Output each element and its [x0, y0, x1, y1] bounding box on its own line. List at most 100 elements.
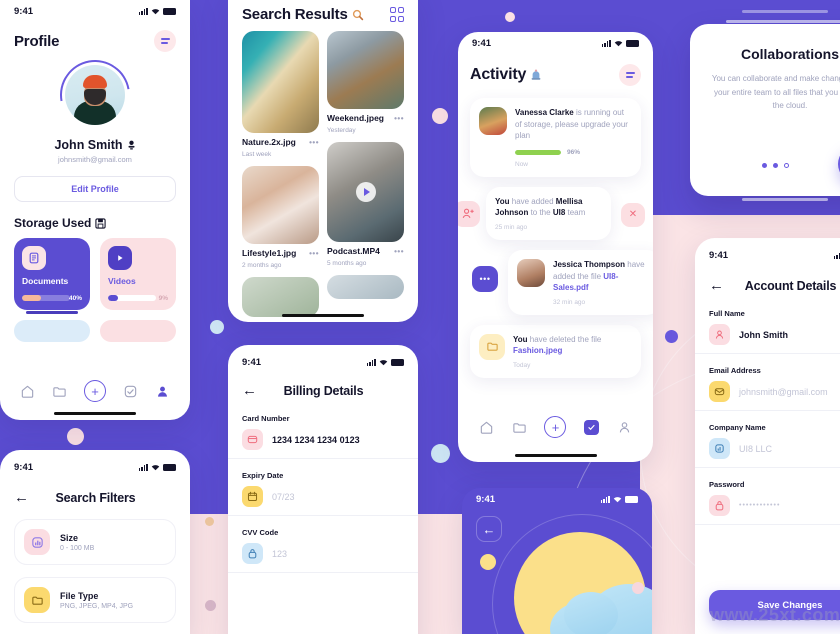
ellipsis-icon[interactable]: ••• — [309, 138, 319, 147]
folder-icon[interactable] — [512, 420, 527, 435]
decor-dot-orange — [205, 517, 214, 526]
password-field[interactable]: •••••••••••• — [695, 495, 840, 525]
ellipsis-icon[interactable]: ••• — [394, 247, 404, 256]
plus-icon[interactable]: + — [544, 416, 567, 438]
file-date: 5 months ago — [327, 260, 367, 267]
envelope-icon — [709, 381, 730, 402]
activity-item[interactable]: You have deleted the file Fashion.jpeg T… — [470, 324, 641, 378]
decor-dot-purple — [665, 330, 678, 343]
arrow-left-icon[interactable]: ← — [709, 278, 724, 293]
screen-cloud: 9:41 ← — [462, 488, 652, 634]
pagination-dot-active[interactable] — [784, 163, 789, 168]
ellipsis-icon[interactable]: ••• — [394, 114, 404, 123]
pagination-dot[interactable] — [773, 163, 778, 168]
activity-actor: You — [513, 334, 528, 344]
folder-icon — [24, 587, 50, 613]
storage-card-peek-2[interactable] — [100, 320, 176, 342]
play-icon[interactable] — [355, 182, 376, 202]
activity-file-link[interactable]: Fashion.jpeg — [513, 346, 562, 355]
activity-team: UI8 — [552, 208, 566, 218]
pagination-dot[interactable] — [762, 163, 767, 168]
file-name: Podcast.MP4 — [327, 246, 380, 256]
magnifier-icon — [352, 9, 363, 20]
thumbnail-peek-left[interactable] — [242, 277, 319, 317]
expiry-date-field[interactable]: 07/23 — [228, 486, 418, 516]
ellipsis-icon[interactable]: ••• — [472, 265, 498, 292]
folder-icon[interactable] — [52, 384, 67, 399]
storage-card-peek-1[interactable] — [14, 320, 90, 342]
filter-item-size[interactable]: Size 0 - 100 MB — [14, 519, 176, 565]
file-name-row: Nature.2x.jpg ••• — [242, 137, 319, 147]
add-member-icon — [458, 200, 480, 227]
decor-dot-pink-2 — [432, 108, 448, 124]
thumbnail-lifestyle[interactable] — [242, 166, 319, 244]
email-field[interactable]: johnsmith@gmail.com — [695, 381, 840, 411]
field-label: Company Name — [709, 423, 766, 432]
hamburger-icon[interactable] — [619, 64, 641, 86]
arrow-left-icon[interactable]: ← — [242, 383, 257, 398]
verified-icon — [127, 140, 135, 149]
results-column-left: Nature.2x.jpg ••• Last week Lifestyle1.j… — [242, 31, 319, 317]
screen-billing-details: 9:41 ← Billing Details Card Number 1234 … — [228, 345, 418, 634]
collab-home-indicator — [742, 198, 828, 201]
cvv-code-field[interactable]: 123 — [228, 543, 418, 573]
company-name-value: UI8 LLC — [739, 443, 773, 454]
card-number-field[interactable]: 1234 1234 1234 0123 — [228, 429, 418, 459]
status-icons — [366, 358, 404, 366]
activity-text: You have deleted the file Fashion.jpeg — [513, 334, 632, 357]
check-icon[interactable] — [584, 419, 600, 435]
company-name-field[interactable]: UI8 LLC — [695, 438, 840, 468]
play-icon — [108, 246, 132, 270]
expiry-date-value: 07/23 — [272, 491, 295, 502]
check-icon[interactable] — [123, 384, 138, 399]
calendar-icon — [242, 486, 263, 507]
plus-icon[interactable]: + — [83, 380, 106, 402]
cvv-code-value: 123 — [272, 548, 288, 559]
edit-profile-button[interactable]: Edit Profile — [14, 176, 176, 202]
storage-cards: Documents 40% Videos 9% — [0, 230, 190, 342]
file-date: Last week — [242, 151, 272, 158]
thumbnail-podcast[interactable] — [327, 142, 404, 242]
avatar[interactable] — [46, 46, 144, 144]
home-indicator — [54, 411, 136, 415]
person-icon[interactable] — [155, 384, 170, 399]
status-time: 9:41 — [242, 356, 262, 368]
arrow-left-icon[interactable]: ← — [14, 490, 29, 505]
person-icon — [709, 324, 730, 345]
person-icon[interactable] — [617, 420, 632, 435]
ellipsis-icon[interactable]: ••• — [309, 249, 319, 258]
arrow-left-icon[interactable]: ← — [476, 516, 502, 542]
home-icon[interactable] — [20, 384, 35, 399]
thumbnail-weekend[interactable] — [327, 31, 404, 109]
filter-subtitle: PNG, JPEG, MP4, JPG — [60, 602, 134, 610]
signal-icon — [366, 358, 376, 366]
activity-item[interactable]: Jessica Thompson have added the file UI8… — [508, 249, 653, 315]
page-title-row: Activity — [470, 66, 542, 84]
page-title-row: Search Results — [242, 6, 364, 23]
profile-email: johnsmith@gmail.com — [58, 155, 132, 164]
screen-search-filters: 9:41 ← Search Filters Size 0 - 100 MB Fi… — [0, 450, 190, 634]
activity-item[interactable]: You have added Mellisa Johnson to the UI… — [486, 186, 611, 240]
close-icon[interactable]: ✕ — [621, 202, 645, 227]
field-label: CVV Code — [242, 528, 279, 537]
building-icon — [709, 438, 730, 459]
grid-view-icon[interactable] — [389, 7, 404, 22]
activity-actor: Vanessa Clarke — [515, 108, 574, 117]
full-name-field[interactable]: John Smith — [695, 324, 840, 354]
thumbnail-nature[interactable] — [242, 31, 319, 133]
password-value: •••••••••••• — [739, 502, 781, 509]
home-icon[interactable] — [479, 420, 494, 435]
filter-item-filetype[interactable]: File Type PNG, JPEG, MP4, JPG — [14, 577, 176, 623]
field-label: Card Number — [242, 414, 290, 423]
storage-card-videos[interactable]: Videos 9% — [100, 238, 176, 310]
storage-card-documents[interactable]: Documents 40% — [14, 238, 90, 314]
battery-icon — [625, 496, 638, 503]
email-value: johnsmith@gmail.com — [739, 386, 828, 397]
hamburger-icon[interactable] — [154, 30, 176, 52]
screen-search-results: Search Results Nature.2x.jpg ••• Last we… — [228, 0, 418, 322]
page-title: Activity — [470, 66, 527, 83]
thumbnail-peek-right[interactable] — [327, 275, 404, 299]
decor-dot-blue-1 — [210, 320, 224, 334]
activity-item[interactable]: Vanessa Clarke is running out of storage… — [470, 98, 641, 177]
home-indicator — [282, 313, 364, 317]
